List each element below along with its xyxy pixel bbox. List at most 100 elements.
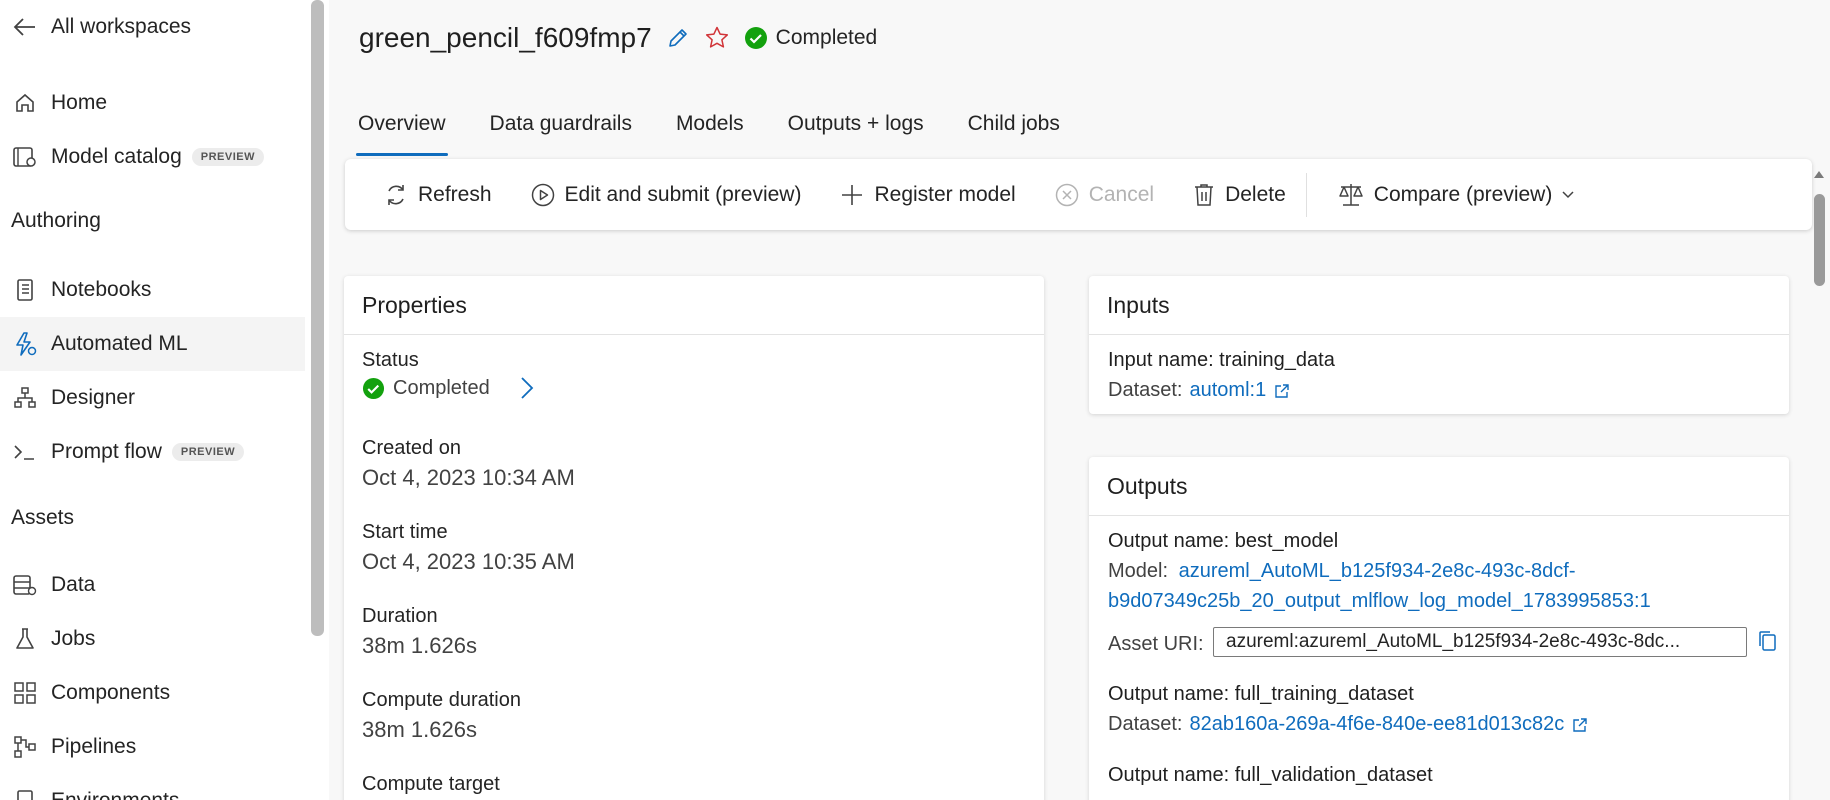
scroll-up-arrow-icon[interactable] xyxy=(1813,169,1825,179)
sidebar-item-jobs[interactable]: Jobs xyxy=(0,612,305,666)
duration-label: Duration xyxy=(362,605,438,627)
sidebar-item-prompt-flow[interactable]: Prompt flow PREVIEW xyxy=(0,425,305,479)
command-bar: Refresh Edit and submit (preview) Regist… xyxy=(345,159,1812,230)
compute-target-label: Compute target xyxy=(362,773,500,795)
sidebar-item-data[interactable]: Data xyxy=(0,558,305,612)
sidebar-item-designer[interactable]: Designer xyxy=(0,371,305,425)
compute-duration-value: 38m 1.626s xyxy=(362,717,477,742)
delete-label: Delete xyxy=(1225,182,1286,206)
compute-duration-label: Compute duration xyxy=(362,689,521,711)
inputs-card: Inputs Input name: training_data Dataset… xyxy=(1089,276,1789,414)
status-text: Completed xyxy=(775,26,878,49)
chevron-right-icon[interactable] xyxy=(520,376,534,400)
created-on-value: Oct 4, 2023 10:34 AM xyxy=(362,465,575,490)
favorite-star-icon[interactable] xyxy=(704,25,730,51)
sidebar-item-label: Model catalog xyxy=(51,145,182,168)
tab-bar: Overview Data guardrails Models Outputs … xyxy=(356,112,1102,156)
created-on-label: Created on xyxy=(362,437,461,459)
sidebar-item-notebooks[interactable]: Notebooks xyxy=(0,263,305,317)
plus-icon xyxy=(839,182,865,208)
components-icon xyxy=(10,678,40,708)
open-external-icon[interactable] xyxy=(1274,383,1290,399)
refresh-icon xyxy=(383,182,409,208)
refresh-button[interactable]: Refresh xyxy=(383,182,492,208)
flask-icon xyxy=(10,624,40,654)
edit-and-submit-button[interactable]: Edit and submit (preview) xyxy=(530,182,802,208)
compare-label: Compare (preview) xyxy=(1373,182,1553,206)
sidebar-item-environments[interactable]: Environments xyxy=(0,774,305,800)
trash-icon xyxy=(1192,182,1216,208)
checkmark-circle-icon xyxy=(744,26,768,50)
main-scrollbar[interactable] xyxy=(1812,166,1826,800)
back-to-workspaces-link[interactable]: All workspaces xyxy=(0,0,305,54)
outputs-title: Outputs xyxy=(1089,457,1789,516)
designer-icon xyxy=(10,383,40,413)
output-dataset-row: Dataset: 82ab160a-269a-4f6e-840e-ee81d01… xyxy=(1108,713,1588,736)
page-title: green_pencil_f609fmp7 xyxy=(359,22,652,53)
sidebar-item-label: Prompt flow xyxy=(51,440,162,463)
data-icon xyxy=(10,570,40,600)
checkmark-circle-icon xyxy=(362,377,385,400)
automl-icon xyxy=(10,329,40,359)
open-external-icon[interactable] xyxy=(1572,717,1588,733)
back-label: All workspaces xyxy=(51,15,192,38)
input-name: Input name: training_data xyxy=(1108,349,1335,371)
input-dataset-link[interactable]: automl:1 xyxy=(1189,379,1266,402)
sidebar-item-home[interactable]: Home xyxy=(0,76,305,130)
model-prefix: Model: xyxy=(1108,560,1169,582)
main-content: green_pencil_f609fmp7 Completed Overview… xyxy=(329,0,1830,800)
section-assets: Assets xyxy=(11,506,75,529)
copy-icon[interactable] xyxy=(1757,630,1777,652)
asset-uri-field[interactable]: azureml:azureml_AutoML_b125f934-2e8c-493… xyxy=(1213,627,1747,657)
duration-value: 38m 1.626s xyxy=(362,633,477,658)
edit-and-submit-label: Edit and submit (preview) xyxy=(564,182,802,206)
status-value-row: Completed xyxy=(362,376,534,400)
sidebar-scrollbar[interactable] xyxy=(311,0,324,636)
preview-badge: PREVIEW xyxy=(191,148,264,166)
output-name-full-training-dataset: Output name: full_training_dataset xyxy=(1108,683,1414,705)
model-link-continued[interactable]: b9d07349c25b_20_output_mlflow_log_model_… xyxy=(1108,590,1651,613)
arrow-left-icon xyxy=(10,12,40,42)
sidebar-item-label: Notebooks xyxy=(51,278,152,301)
output-name-best-model: Output name: best_model xyxy=(1108,530,1339,552)
tab-models[interactable]: Models xyxy=(674,112,746,156)
register-model-button[interactable]: Register model xyxy=(839,182,1016,208)
start-time-value: Oct 4, 2023 10:35 AM xyxy=(362,549,575,574)
input-dataset-row: Dataset: automl:1 xyxy=(1108,379,1290,402)
outputs-card: Outputs Output name: best_model Model: a… xyxy=(1089,457,1789,800)
tab-overview[interactable]: Overview xyxy=(356,112,448,156)
refresh-label: Refresh xyxy=(418,182,492,206)
chevron-down-icon xyxy=(1562,190,1574,199)
asset-uri-label: Asset URI: xyxy=(1108,633,1204,655)
preview-badge: PREVIEW xyxy=(171,443,245,461)
edit-title-pencil-icon[interactable] xyxy=(666,26,690,50)
sidebar-item-label: Jobs xyxy=(51,627,96,650)
prompt-flow-icon xyxy=(10,437,40,467)
register-model-label: Register model xyxy=(874,182,1016,206)
properties-title: Properties xyxy=(344,276,1044,335)
model-catalog-icon xyxy=(10,142,40,172)
sidebar-item-automated-ml[interactable]: Automated ML xyxy=(0,317,305,371)
left-nav: All workspaces Home Model catalog PREVIE… xyxy=(0,0,327,800)
sidebar-item-label: Automated ML xyxy=(51,332,188,355)
tab-data-guardrails[interactable]: Data guardrails xyxy=(488,112,634,156)
delete-button[interactable]: Delete xyxy=(1192,182,1286,208)
model-link[interactable]: azureml_AutoML_b125f934-2e8c-493c-8dcf- xyxy=(1179,560,1576,582)
sidebar-item-label: Data xyxy=(51,573,96,596)
compare-dropdown-button[interactable]: Compare (preview) xyxy=(1337,182,1575,208)
sidebar-item-label: Environments xyxy=(51,789,179,800)
status-value: Completed xyxy=(393,376,490,399)
pipelines-icon xyxy=(10,732,40,762)
sidebar-item-components[interactable]: Components xyxy=(0,666,305,720)
output-dataset-link[interactable]: 82ab160a-269a-4f6e-840e-ee81d013c82c xyxy=(1189,713,1564,736)
scales-icon xyxy=(1337,182,1365,208)
tab-outputs-logs[interactable]: Outputs + logs xyxy=(786,112,926,156)
sidebar-item-label: Home xyxy=(51,91,108,114)
sidebar-item-model-catalog[interactable]: Model catalog PREVIEW xyxy=(0,130,305,184)
sidebar-item-pipelines[interactable]: Pipelines xyxy=(0,720,305,774)
notebook-icon xyxy=(10,275,40,305)
cancel-button[interactable]: Cancel xyxy=(1054,182,1154,208)
tab-child-jobs[interactable]: Child jobs xyxy=(966,112,1062,156)
scrollbar-thumb[interactable] xyxy=(1814,194,1825,286)
properties-card: Properties Status Completed Created on O… xyxy=(344,276,1044,800)
